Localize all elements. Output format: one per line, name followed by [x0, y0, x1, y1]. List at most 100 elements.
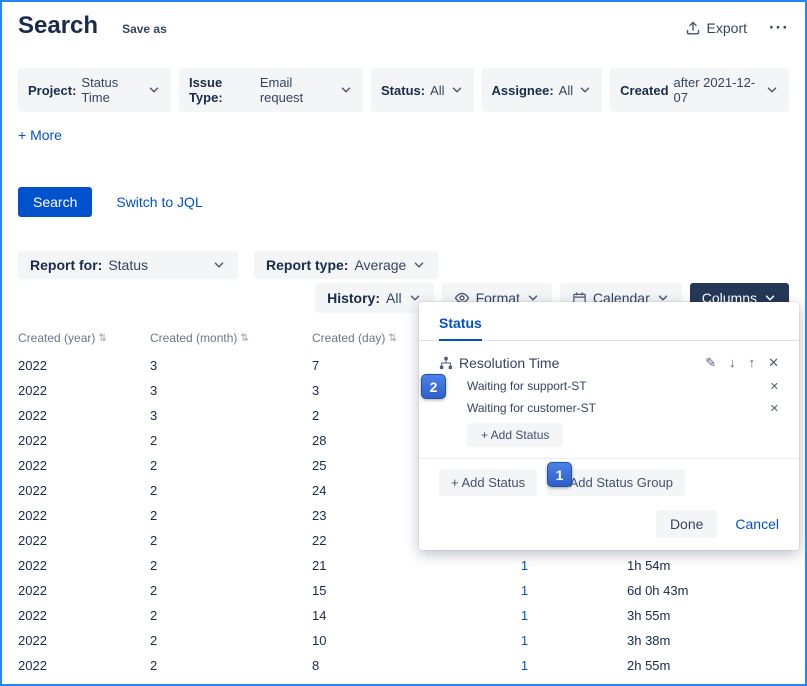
more-filters-link[interactable]: + More — [18, 127, 62, 143]
cell-average-duration: 1h 54m — [582, 558, 670, 573]
page-header: Search Save as Export ··· — [2, 2, 805, 40]
filter-label: Assignee: — [492, 83, 554, 98]
export-button[interactable]: Export — [685, 20, 747, 36]
cell-created-month: 2 — [150, 583, 312, 598]
sort-icon: ⇅ — [240, 333, 248, 344]
column-header-label: Created (month) — [150, 331, 237, 345]
filter-value: Email request — [260, 75, 334, 105]
move-down-icon[interactable]: ↓ — [729, 355, 736, 371]
remove-status-icon[interactable]: ✕ — [770, 380, 779, 393]
cell-created-day: 21 — [312, 558, 467, 573]
cell-created-year: 2022 — [18, 358, 150, 373]
ellipsis-icon: ··· — [769, 18, 789, 37]
cell-created-year: 2022 — [18, 633, 150, 648]
history-select[interactable]: History: All — [315, 283, 433, 313]
cell-created-day: 10 — [312, 633, 467, 648]
cell-created-year: 2022 — [18, 508, 150, 523]
annotation-badge-1: 1 — [547, 462, 572, 487]
cell-issue-count-link[interactable]: 1 — [467, 608, 582, 623]
table-row: 2022 2 4 1 6d 11h 48m — [18, 678, 789, 686]
status-group-items: Waiting for support-ST ✕ Waiting for cus… — [467, 375, 779, 419]
export-label: Export — [707, 20, 747, 36]
cell-created-day: 15 — [312, 583, 467, 598]
column-header-created-month[interactable]: Created (month) ⇅ — [150, 331, 312, 345]
column-header-created-year[interactable]: Created (year) ⇅ — [18, 331, 150, 345]
done-button[interactable]: Done — [656, 510, 717, 538]
status-item: Waiting for customer-ST ✕ — [467, 397, 779, 419]
annotation-badge-2: 2 — [421, 374, 446, 399]
chevron-down-icon — [578, 83, 592, 97]
history-value: All — [386, 290, 402, 306]
cell-issue-count-link[interactable]: 1 — [467, 633, 582, 648]
cell-created-year: 2022 — [18, 608, 150, 623]
cell-issue-count-link[interactable]: 1 — [467, 558, 582, 573]
status-group-row: Resolution Time ✎ ↓ ↑ ✕ — [439, 355, 779, 371]
column-header-label: Created (year) — [18, 331, 95, 345]
cell-created-year: 2022 — [18, 533, 150, 548]
report-type-select[interactable]: Report type: Average — [254, 251, 438, 279]
cancel-link[interactable]: Cancel — [735, 516, 779, 532]
status-item: Waiting for support-ST ✕ — [467, 375, 779, 397]
move-up-icon[interactable]: ↑ — [749, 355, 756, 371]
popup-tabs: Status — [419, 302, 799, 341]
filter-chip-status[interactable]: Status: All — [371, 68, 474, 112]
popup-footer-buttons: + Add Status + Add Status Group — [439, 469, 779, 496]
chevron-down-icon — [212, 258, 226, 272]
tab-status[interactable]: Status — [439, 315, 482, 341]
chevron-down-icon — [339, 83, 353, 97]
table-row: 2022 2 8 1 2h 55m — [18, 653, 789, 678]
filter-label: Status: — [381, 83, 425, 98]
column-header-label: Created (day) — [312, 331, 385, 345]
status-group-actions: ✎ ↓ ↑ ✕ — [705, 355, 779, 371]
report-for-label: Report for: — [30, 257, 102, 273]
search-button[interactable]: Search — [18, 187, 92, 217]
cell-created-month: 3 — [150, 408, 312, 423]
cell-created-month: 2 — [150, 558, 312, 573]
edit-group-icon[interactable]: ✎ — [705, 355, 716, 371]
sort-icon: ⇅ — [388, 333, 396, 344]
filter-chip-issue-type[interactable]: Issue Type: Email request — [179, 68, 363, 112]
filter-chip-project[interactable]: Project: Status Time — [18, 68, 171, 112]
status-item-label: Waiting for support-ST — [467, 379, 587, 393]
cell-issue-count-link[interactable]: 1 — [467, 583, 582, 598]
page-title: Search — [18, 12, 98, 40]
columns-popup: Status Resolution Time ✎ ↓ ↑ ✕ Waiting f… — [419, 302, 799, 550]
header-actions: Export ··· — [685, 20, 789, 36]
filter-label: Created — [620, 83, 668, 98]
table-row: 2022 2 14 1 3h 55m — [18, 603, 789, 628]
cell-created-day: 14 — [312, 608, 467, 623]
filter-value: after 2021-12-07 — [674, 75, 760, 105]
filter-chip-created[interactable]: Created after 2021-12-07 — [610, 68, 789, 112]
status-group-name: Resolution Time — [459, 355, 559, 371]
cell-created-year: 2022 — [18, 658, 150, 673]
export-icon — [685, 20, 701, 36]
report-type-label: Report type: — [266, 257, 348, 273]
chevron-down-icon — [765, 83, 779, 97]
cell-average-duration: 3h 38m — [582, 633, 670, 648]
chevron-down-icon — [450, 83, 464, 97]
add-status-to-group-button[interactable]: + Add Status — [467, 423, 563, 447]
cell-created-month: 3 — [150, 383, 312, 398]
remove-group-icon[interactable]: ✕ — [768, 355, 779, 371]
status-group-icon — [439, 356, 453, 370]
cell-created-year: 2022 — [18, 408, 150, 423]
status-item-label: Waiting for customer-ST — [467, 401, 596, 415]
chevron-down-icon — [147, 83, 161, 97]
remove-status-icon[interactable]: ✕ — [770, 402, 779, 415]
cell-created-year: 2022 — [18, 458, 150, 473]
more-options-button[interactable]: ··· — [769, 23, 789, 33]
report-for-select[interactable]: Report for: Status — [18, 251, 238, 279]
cell-created-month: 2 — [150, 658, 312, 673]
cell-created-month: 2 — [150, 433, 312, 448]
report-for-value: Status — [108, 257, 148, 273]
report-type-value: Average — [354, 257, 406, 273]
switch-to-jql-link[interactable]: Switch to JQL — [116, 194, 202, 210]
add-status-button[interactable]: + Add Status — [439, 469, 537, 496]
report-controls: Report for: Status Report type: Average — [18, 251, 789, 279]
save-as-button[interactable]: Save as — [122, 22, 167, 36]
cell-average-duration: 6d 0h 43m — [582, 583, 688, 598]
cell-created-year: 2022 — [18, 558, 150, 573]
filter-chip-assignee[interactable]: Assignee: All — [482, 68, 603, 112]
cell-issue-count-link[interactable]: 1 — [467, 658, 582, 673]
table-row: 2022 2 21 1 1h 54m — [18, 553, 789, 578]
